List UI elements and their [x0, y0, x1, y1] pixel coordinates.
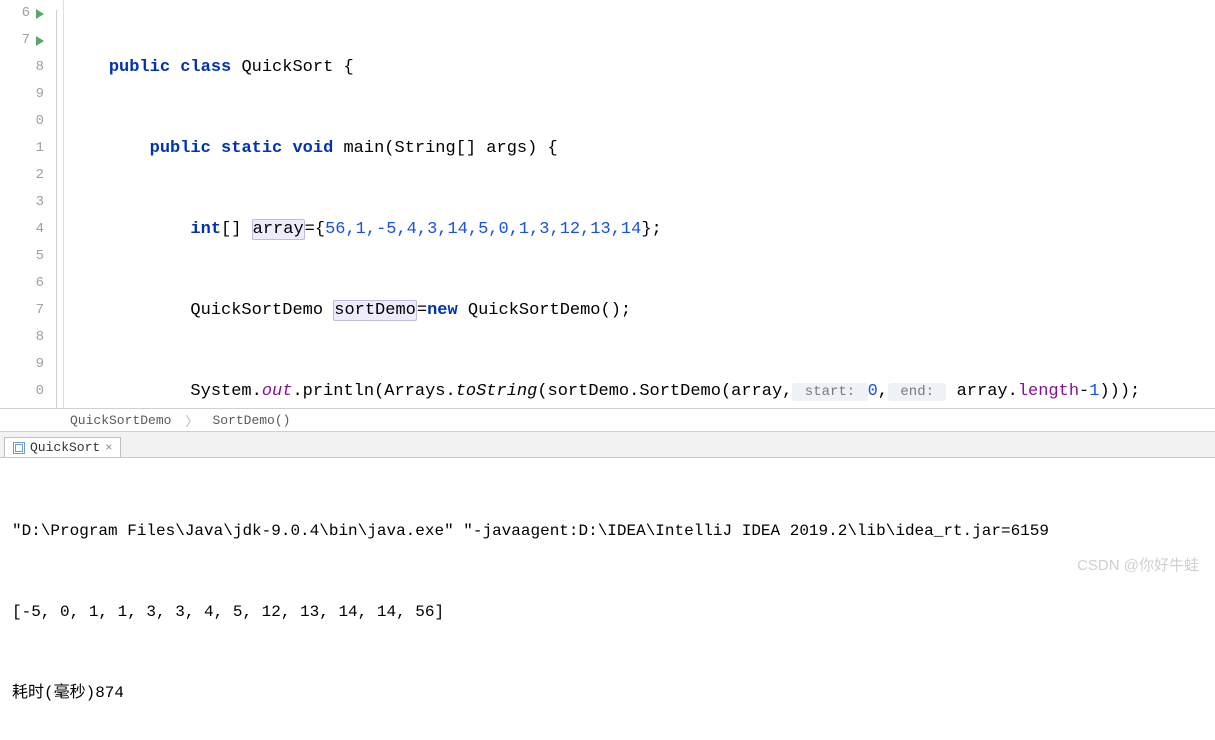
code-line[interactable]: System.out.println(Arrays.toString(sortD… [68, 378, 1215, 405]
gutter-line[interactable]: 2 [0, 162, 44, 189]
breadcrumb: QuickSortDemo 〉 SortDemo() [0, 408, 1215, 432]
gutter: 6 7 8 9 0 1 2 3 4 5 6 7 8 9 0 [0, 0, 50, 408]
gutter-line[interactable]: 8 [0, 54, 44, 81]
gutter-line[interactable]: 5 [0, 243, 44, 270]
close-icon[interactable]: × [105, 441, 112, 455]
chevron-right-icon: 〉 [185, 411, 198, 430]
console-line: [-5, 0, 1, 1, 3, 3, 4, 5, 12, 13, 14, 14… [12, 599, 1203, 626]
run-config-icon [13, 442, 25, 454]
code-line[interactable]: public class QuickSort { [68, 54, 1215, 81]
code-area[interactable]: public class QuickSort { public static v… [64, 0, 1215, 408]
gutter-line[interactable]: 9 [0, 351, 44, 378]
run-tab-bar: QuickSort × [0, 432, 1215, 458]
console-line: 耗时(毫秒)874 [12, 680, 1203, 707]
gutter-line[interactable]: 7 [0, 27, 44, 54]
gutter-line[interactable]: 4 [0, 216, 44, 243]
gutter-line[interactable]: 7 [0, 297, 44, 324]
gutter-line[interactable]: 3 [0, 189, 44, 216]
watermark: CSDN @你好牛蛙 [1077, 554, 1199, 575]
gutter-line[interactable]: 1 [0, 135, 44, 162]
breadcrumb-item[interactable]: QuickSortDemo [70, 413, 171, 428]
fold-column[interactable] [50, 0, 64, 408]
gutter-line[interactable]: 8 [0, 324, 44, 351]
gutter-line[interactable]: 6 [0, 270, 44, 297]
run-icon[interactable] [36, 36, 44, 46]
run-tab-label: QuickSort [30, 440, 100, 455]
code-line[interactable]: int[] array={56,1,-5,4,3,14,5,0,1,3,12,1… [68, 216, 1215, 243]
gutter-line[interactable]: 9 [0, 81, 44, 108]
console-output[interactable]: "D:\Program Files\Java\jdk-9.0.4\bin\jav… [0, 458, 1215, 740]
console-line: "D:\Program Files\Java\jdk-9.0.4\bin\jav… [12, 518, 1203, 545]
breadcrumb-item[interactable]: SortDemo() [212, 413, 290, 428]
param-hint: end: [888, 383, 946, 401]
run-icon[interactable] [36, 9, 44, 19]
run-tab[interactable]: QuickSort × [4, 437, 121, 457]
code-line[interactable]: QuickSortDemo sortDemo=new QuickSortDemo… [68, 297, 1215, 324]
param-hint: start: [792, 383, 867, 401]
editor-area: 6 7 8 9 0 1 2 3 4 5 6 7 8 9 0 public cla… [0, 0, 1215, 408]
gutter-line[interactable]: 0 [0, 108, 44, 135]
gutter-line[interactable]: 0 [0, 378, 44, 405]
code-line[interactable]: public static void main(String[] args) { [68, 135, 1215, 162]
gutter-line[interactable]: 6 [0, 0, 44, 27]
